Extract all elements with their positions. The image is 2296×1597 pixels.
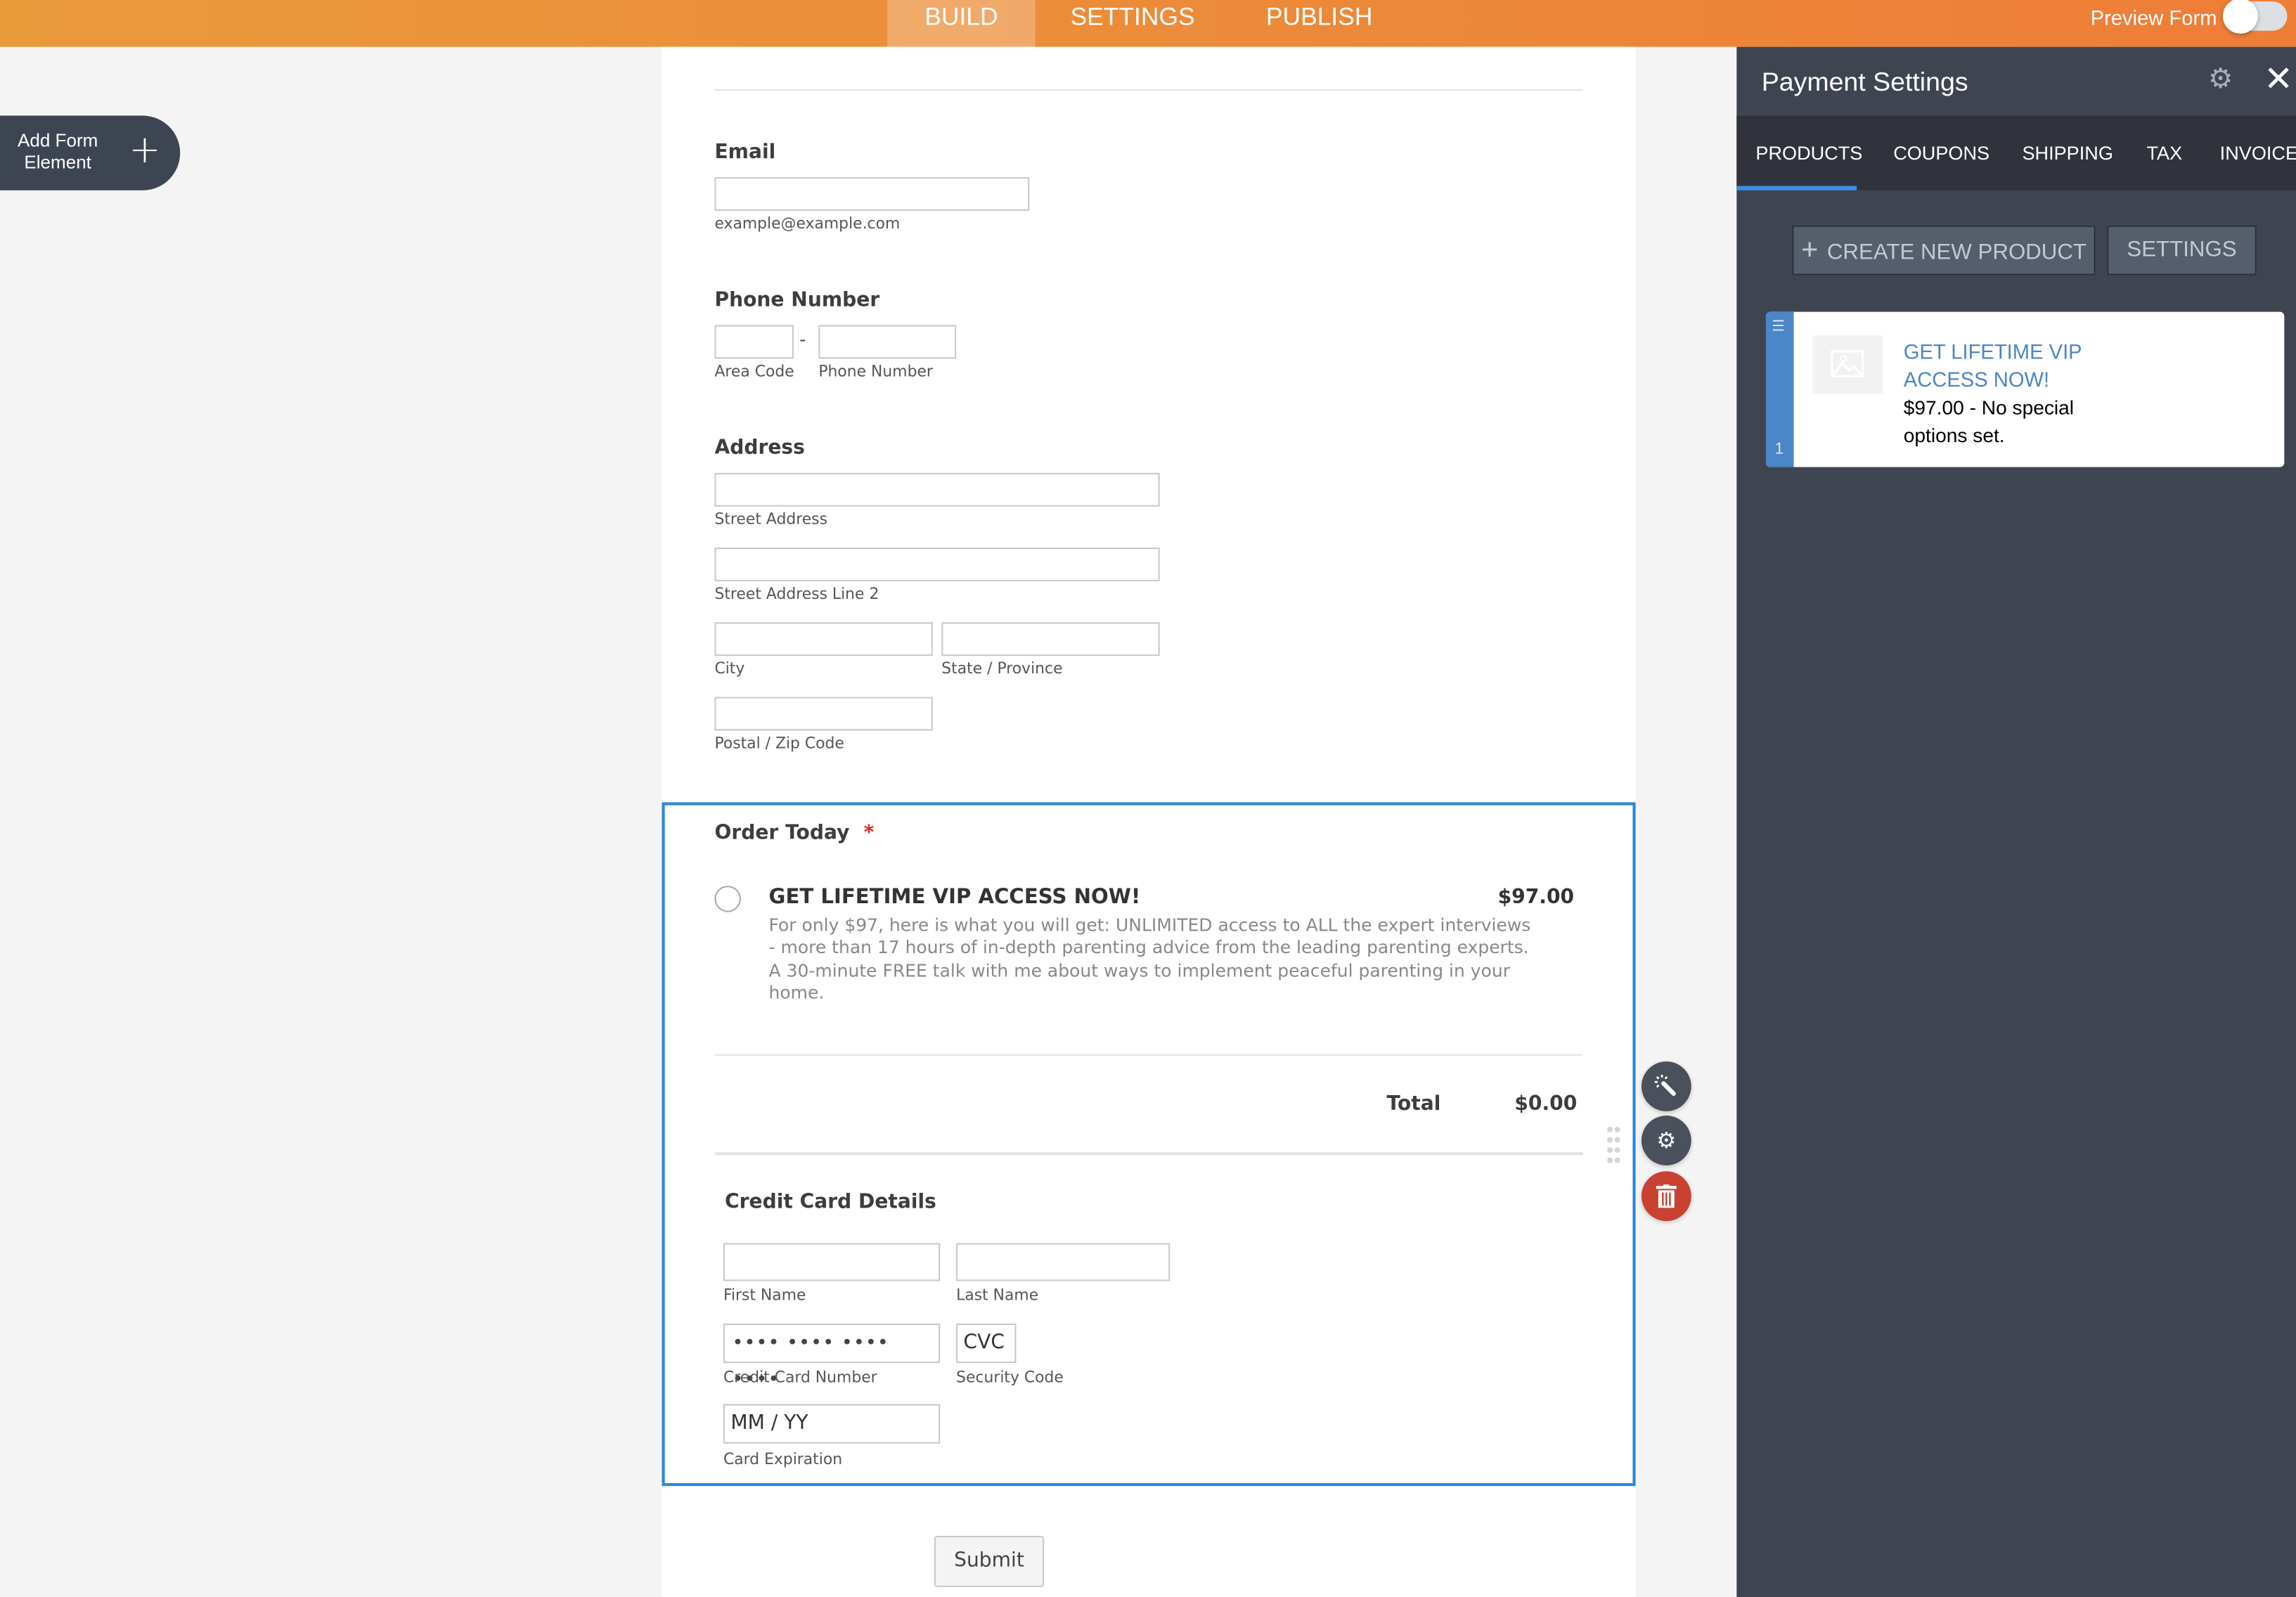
payment-settings-panel: Payment Settings ⚙ ✕ PRODUCTS COUPONS SH… [1736,46,2296,1597]
tab-invoice[interactable]: INVOICE [2220,142,2296,164]
toggle-knob [2222,0,2258,34]
state-sublabel: State / Province [941,660,1063,678]
street-address-2-sublabel: Street Address Line 2 [714,586,879,604]
area-code-input[interactable] [714,325,794,359]
state-input[interactable] [941,622,1160,657]
cvc-sublabel: Security Code [956,1369,1064,1387]
postal-input[interactable] [714,697,933,731]
phone-label: Phone Number [714,288,880,312]
preview-form-toggle[interactable] [2222,0,2288,34]
last-name-sublabel: Last Name [956,1286,1039,1305]
street-address-2-input[interactable] [714,548,1160,581]
product-price: $97.00 [1497,886,1575,910]
expiry-sublabel: Card Expiration [723,1451,843,1469]
image-placeholder-icon [1812,335,1883,394]
email-label: Email [714,140,776,164]
email-sublabel: example@example.com [714,215,901,233]
panel-title: Payment Settings [1761,67,1968,97]
tab-tax[interactable]: TAX [2147,142,2183,164]
credit-card-title: Credit Card Details [725,1190,936,1214]
card-number-input[interactable]: •••• •••• •••• •••• [723,1323,941,1391]
form-builder: BUILD SETTINGS PUBLISH Preview Form Add … [0,0,2296,1597]
total-value: $0.00 [1514,1092,1578,1116]
cc-first-name-input[interactable] [723,1243,941,1281]
product-radio[interactable] [714,886,741,912]
city-input[interactable] [714,622,933,657]
tab-build[interactable]: BUILD [887,0,1036,47]
city-sublabel: City [714,660,745,678]
label-line-1: Add Form [17,130,98,151]
street-address-sublabel: Street Address [714,510,827,529]
product-name: GET LIFETIME VIP ACCESS NOW! [768,886,1141,910]
plus-icon: + [1801,234,1819,267]
close-icon[interactable]: ✕ [2264,58,2293,99]
tab-products[interactable]: PRODUCTS [1755,142,1862,164]
cc-last-name-input[interactable] [956,1243,1170,1281]
preview-form-label: Preview Form [2090,6,2217,30]
phone-number-sublabel: Phone Number [818,363,933,381]
add-form-element-label: Add Form Element [18,130,98,174]
product-index: 1 [1774,440,1784,458]
required-mark: * [863,821,875,845]
email-input[interactable] [714,177,1030,211]
tab-shipping[interactable]: SHIPPING [2022,142,2113,164]
trash-icon[interactable] [1641,1171,1691,1222]
gear-icon[interactable]: ⚙ [2208,63,2233,96]
phone-number-input[interactable] [818,325,957,359]
postal-sublabel: Postal / Zip Code [714,735,844,753]
add-form-element-button[interactable]: Add Form Element + [0,115,181,190]
tab-publish[interactable]: PUBLISH [1244,0,1393,47]
top-bar: BUILD SETTINGS PUBLISH Preview Form [0,0,2296,47]
create-new-product-label: CREATE NEW PRODUCT [1826,240,2087,266]
order-label: Order Today * [714,822,874,845]
expiry-input[interactable]: MM / YY [723,1404,941,1444]
total-label: Total [1386,1092,1441,1116]
panel-tabs: PRODUCTS COUPONS SHIPPING TAX INVOICE [1736,115,2296,190]
drag-handle-icon: ☰ [1772,319,1785,335]
divider [714,1054,1583,1056]
tab-settings[interactable]: SETTINGS [1048,0,1217,47]
product-drag-bar[interactable]: ☰ 1 [1765,311,1794,467]
cvc-input[interactable]: CVC [956,1323,1017,1364]
product-settings-button[interactable]: SETTINGS [2107,225,2257,276]
area-code-sublabel: Area Code [714,363,794,381]
wand-icon[interactable] [1641,1061,1691,1111]
first-name-sublabel: First Name [723,1286,806,1305]
street-address-input[interactable] [714,472,1160,507]
card-number-sublabel: Credit Card Number [723,1369,877,1387]
order-label-text: Order Today [714,821,850,845]
tab-coupons[interactable]: COUPONS [1893,142,1989,164]
product-description: For only $97, here is what you will get:… [768,914,1531,1004]
create-new-product-button[interactable]: + CREATE NEW PRODUCT [1792,225,2096,276]
divider [714,1152,1583,1156]
plus-icon: + [129,129,161,173]
divider [714,89,1583,91]
product-card[interactable]: ☰ 1 GET LIFETIME VIP ACCESS NOW! $97.00 … [1765,311,2285,467]
gear-icon[interactable]: ⚙ [1641,1116,1691,1165]
address-label: Address [714,436,805,460]
drag-handle[interactable] [1606,1124,1621,1165]
product-card-name[interactable]: GET LIFETIME VIP ACCESS NOW! [1904,338,2123,394]
label-line-2: Element [24,152,91,173]
phone-separator: - [799,329,806,350]
active-tab-indicator [1736,186,1857,190]
product-card-details: $97.00 - No special options set. [1903,396,2075,447]
submit-button[interactable]: Submit [934,1535,1045,1587]
